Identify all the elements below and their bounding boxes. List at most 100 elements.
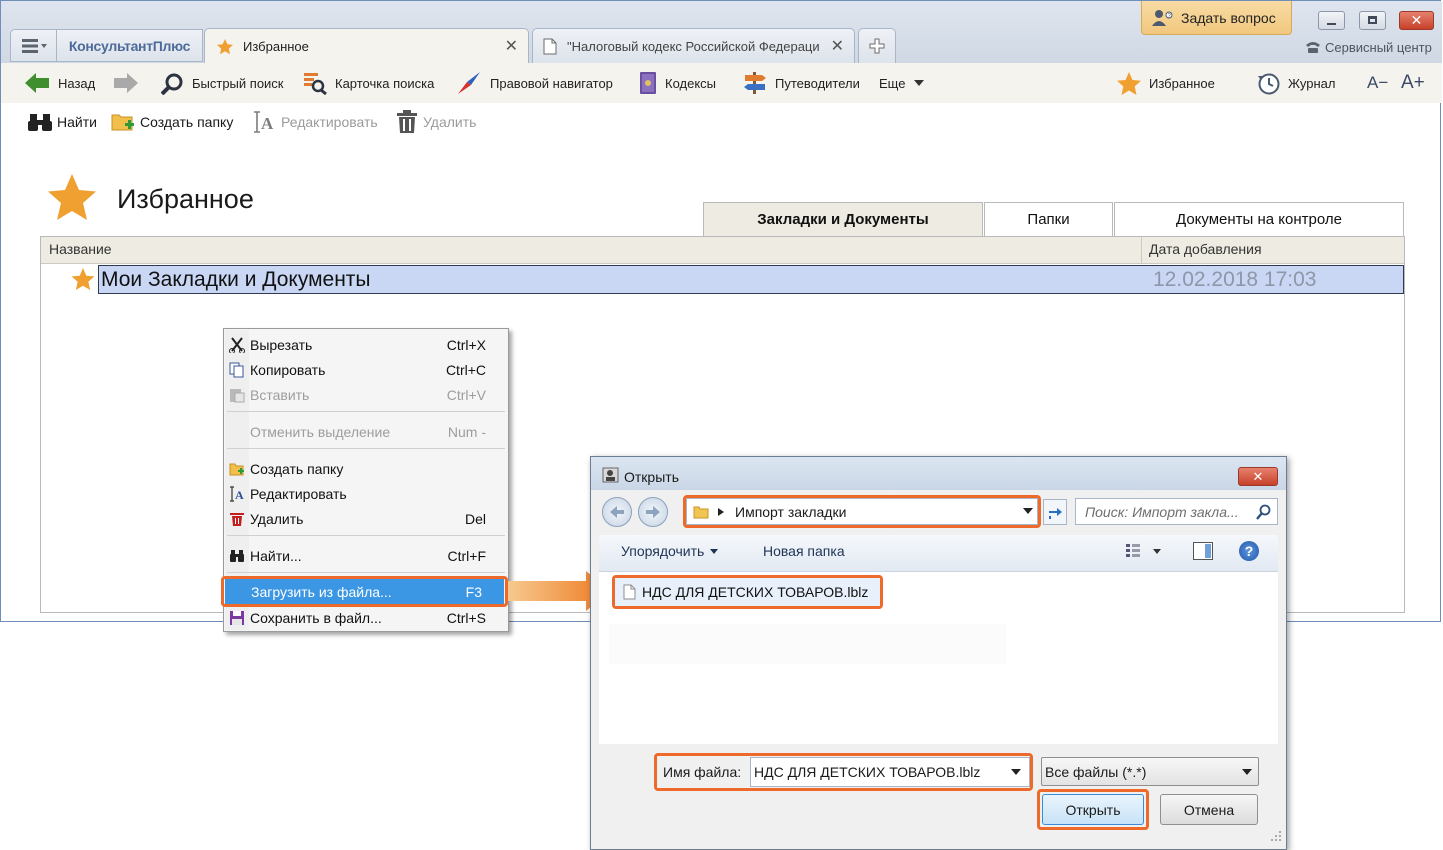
nav-back-button[interactable] (602, 497, 632, 527)
floppy-disk-icon (230, 611, 244, 625)
close-tab-icon[interactable]: ✕ (505, 36, 518, 56)
search-icon (1256, 504, 1271, 520)
menu-item-create-folder[interactable]: Создать папку (224, 456, 508, 481)
filename-input[interactable]: НДС ДЛЯ ДЕТСКИХ ТОВАРОВ.lblz (750, 757, 1030, 787)
app-logo[interactable]: КонсультантПлюс (57, 29, 203, 62)
back-arrow-icon (610, 506, 624, 518)
row-date: 12.02.2018 17:03 (1153, 268, 1317, 291)
folder-icon (693, 506, 709, 518)
menu-item-shortcut: Num - (447, 423, 486, 440)
search-card-label: Карточка поиска (335, 75, 435, 91)
chevron-down-icon (1023, 508, 1033, 514)
more-menu-button[interactable]: Еще (879, 63, 933, 103)
edit-button[interactable]: A Редактировать (252, 105, 378, 139)
codes-button[interactable]: Кодексы (639, 63, 716, 103)
forward-arrow-icon (114, 73, 138, 93)
close-window-button[interactable]: ✕ (1399, 11, 1434, 30)
chevron-down-icon (1242, 769, 1252, 775)
nav-forward-button[interactable] (638, 497, 668, 527)
tab-bookmarks-documents[interactable]: Закладки и Документы (703, 202, 983, 236)
refresh-button[interactable] (1043, 499, 1067, 525)
search-card-button[interactable]: Карточка поиска (303, 63, 434, 103)
favorites-label: Избранное (1149, 75, 1215, 91)
resize-grip-icon[interactable] (1271, 831, 1283, 843)
star-icon (1117, 71, 1141, 95)
font-smaller-button[interactable]: A− (1367, 63, 1388, 103)
menu-item-edit[interactable]: A Редактировать (224, 481, 508, 506)
minimize-button[interactable] (1318, 11, 1345, 30)
menu-item-deselect[interactable]: Отменить выделение Num - (224, 419, 508, 444)
star-icon (71, 268, 95, 290)
open-button-label: Открыть (1065, 801, 1121, 818)
menu-item-find[interactable]: Найти... Ctrl+F (224, 543, 508, 568)
table-row[interactable]: Мои Закладки и Документы 12.02.2018 17:0… (41, 264, 1404, 295)
view-options-button[interactable] (1125, 543, 1161, 559)
file-item[interactable]: НДС ДЛЯ ДЕТСКИХ ТОВАРОВ.lblz (615, 578, 880, 606)
font-larger-button[interactable]: A+ (1401, 63, 1425, 103)
preview-pane-icon (1205, 544, 1211, 558)
menu-item-label: Загрузить из файла... (251, 583, 392, 600)
copy-icon (229, 362, 244, 378)
search-placeholder: Поиск: Импорт закла... (1085, 504, 1239, 520)
menu-item-load-from-file[interactable]: Загрузить из файла... F3 (225, 579, 504, 604)
paste-icon (230, 389, 245, 403)
journal-button[interactable]: Журнал (1257, 63, 1335, 103)
column-name-header[interactable]: Название (49, 241, 112, 257)
open-button[interactable]: Открыть (1042, 794, 1144, 825)
delete-button[interactable]: Удалить (396, 105, 476, 139)
menu-item-cut[interactable]: Вырезать Ctrl+X (224, 332, 508, 357)
refresh-icon (1049, 508, 1062, 519)
column-divider (1141, 237, 1142, 263)
close-tab-icon[interactable]: ✕ (831, 36, 844, 56)
tab-folders[interactable]: Папки (984, 202, 1113, 236)
favorites-button[interactable]: Избранное (1117, 63, 1215, 103)
maximize-button[interactable] (1359, 11, 1386, 30)
menu-item-label: Создать папку (250, 460, 344, 477)
new-folder-button[interactable]: Новая папка (763, 543, 845, 559)
maximize-icon (1368, 16, 1377, 24)
back-button[interactable]: Назад (24, 63, 95, 103)
svg-text:A: A (235, 488, 244, 502)
more-label: Еще (879, 75, 906, 91)
minimize-icon (1327, 23, 1336, 25)
consultant-icon: ? (1152, 9, 1173, 26)
address-path: Импорт закладки (735, 503, 847, 520)
create-folder-button[interactable]: Создать папку (111, 105, 233, 139)
guides-button[interactable]: Путеводители (743, 63, 860, 103)
address-bar[interactable]: Импорт закладки (686, 498, 1038, 525)
tab-label: "Налоговый кодекс Российской Федерации (567, 38, 819, 54)
search-input[interactable]: Поиск: Импорт закла... (1075, 498, 1278, 525)
font-larger-label: A+ (1401, 72, 1425, 93)
new-tab-button[interactable] (858, 28, 896, 63)
menu-item-delete[interactable]: Удалить Del (224, 506, 508, 531)
preview-pane-button[interactable] (1193, 542, 1213, 560)
menu-item-paste[interactable]: Вставить Ctrl+V (224, 382, 508, 407)
tab-favorites[interactable]: Избранное ✕ (204, 28, 529, 64)
tab-controlled-documents[interactable]: Документы на контроле (1114, 202, 1404, 236)
cancel-button[interactable]: Отмена (1160, 794, 1258, 825)
view-list-icon (1126, 544, 1140, 557)
find-button[interactable]: Найти (28, 105, 97, 139)
ask-question-button[interactable]: ? Задать вопрос (1141, 1, 1292, 35)
help-button[interactable]: ? (1239, 541, 1259, 561)
magnifier-icon (161, 73, 183, 95)
app-menu-button[interactable] (10, 29, 57, 62)
menu-item-shortcut: F3 (465, 583, 482, 600)
organize-button[interactable]: Упорядочить (621, 543, 719, 559)
forward-arrow-icon (646, 506, 660, 518)
file-type-select[interactable]: Все файлы (*.*) (1041, 757, 1259, 786)
legal-navigator-button[interactable]: Правовой навигатор (457, 63, 613, 103)
menu-item-save-to-file[interactable]: Сохранить в файл... Ctrl+S (224, 605, 508, 630)
menu-item-copy[interactable]: Копировать Ctrl+C (224, 357, 508, 382)
delete-label: Удалить (423, 114, 477, 130)
quick-search-button[interactable]: Быстрый поиск (161, 63, 284, 103)
dialog-close-button[interactable]: ✕ (1238, 467, 1278, 486)
edit-text-icon: A (230, 486, 244, 502)
forward-button[interactable] (113, 63, 147, 103)
cancel-button-label: Отмена (1183, 801, 1235, 818)
service-center-link[interactable]: Сервисный центр (1305, 38, 1432, 56)
close-icon: ✕ (1252, 468, 1264, 484)
tab-document[interactable]: "Налоговый кодекс Российской Федерации ✕ (532, 28, 855, 63)
service-center-label: Сервисный центр (1325, 39, 1432, 55)
column-date-header[interactable]: Дата добавления (1149, 241, 1262, 257)
